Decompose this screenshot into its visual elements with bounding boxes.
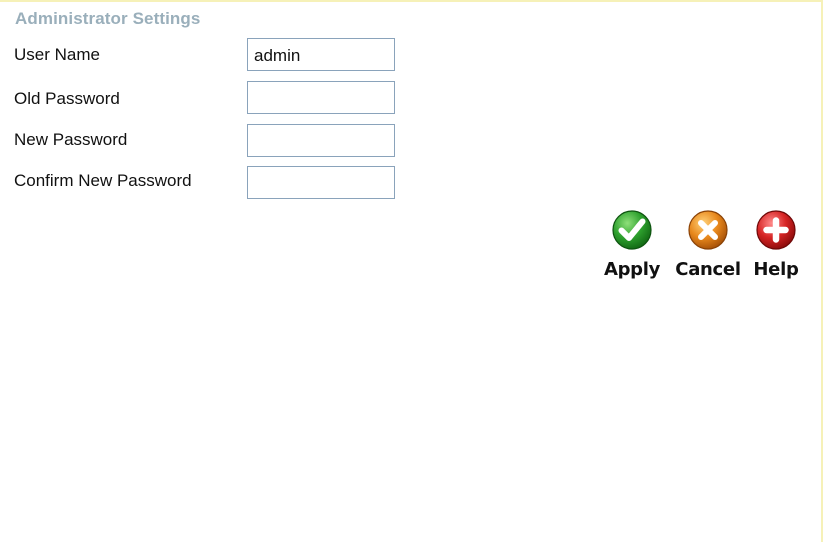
help-button[interactable]: Help bbox=[751, 209, 801, 280]
old-password-input[interactable] bbox=[247, 81, 395, 114]
check-icon bbox=[612, 210, 652, 250]
old-password-label: Old Password bbox=[14, 89, 120, 108]
new-password-input[interactable] bbox=[247, 124, 395, 157]
confirm-password-input[interactable] bbox=[247, 166, 395, 199]
x-icon bbox=[688, 210, 728, 250]
new-password-label: New Password bbox=[14, 130, 128, 149]
settings-panel: Administrator Settings User Name Old Pas… bbox=[0, 0, 823, 542]
confirm-password-label: Confirm New Password bbox=[14, 171, 192, 190]
section-title: Administrator Settings bbox=[15, 9, 201, 28]
cancel-button[interactable]: Cancel bbox=[670, 209, 746, 280]
apply-button[interactable]: Apply bbox=[600, 209, 664, 280]
cancel-label: Cancel bbox=[675, 259, 741, 280]
plus-icon bbox=[756, 210, 796, 250]
help-label: Help bbox=[753, 259, 799, 280]
user-name-input[interactable] bbox=[247, 38, 395, 71]
apply-label: Apply bbox=[603, 259, 661, 280]
user-name-label: User Name bbox=[14, 45, 100, 64]
